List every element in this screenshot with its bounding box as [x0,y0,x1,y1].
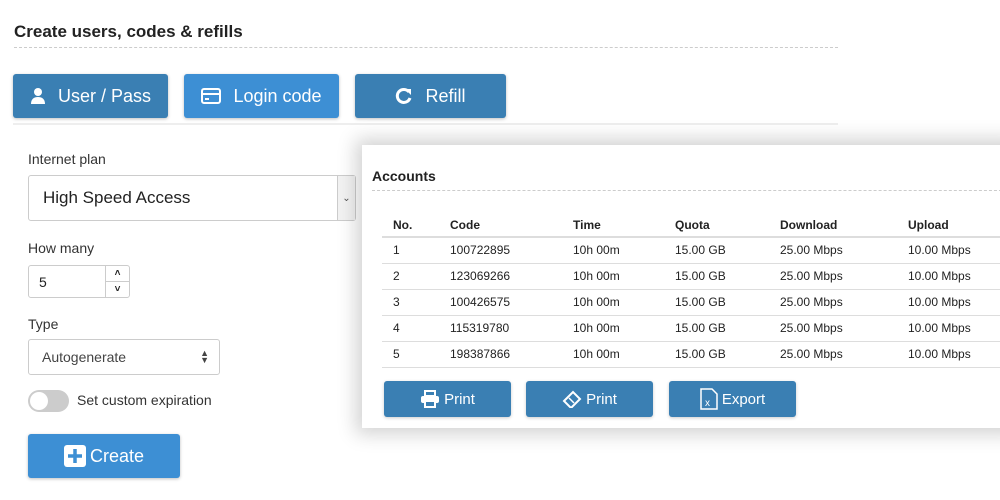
table-cell: 25.00 Mbps [769,237,897,264]
table-cell: 10.00 Mbps [897,315,1000,342]
table-cell: 15.00 GB [664,315,769,342]
column-header: Download [769,213,897,238]
page-title: Create users, codes & refills [14,22,243,41]
table-cell: 10h 00m [562,289,664,316]
table-cell: 25.00 Mbps [769,289,897,316]
table-cell: 25.00 Mbps [769,315,897,342]
table-row: 3 100426575 10h 00m 15.00 GB 25.00 Mbps 10.00… [382,289,1000,316]
decrement-icon[interactable]: ˅ [106,282,129,297]
print-label: Print [586,390,617,408]
plan-label: Internet plan [28,151,106,167]
count-input[interactable]: 5 ˄ ˅ [28,265,130,298]
excel-icon: x [700,388,718,410]
table-header: No. Code Time Quota Download Upload [382,213,1000,238]
tab-refill[interactable]: Refill [355,74,506,118]
table-row: 1 100722895 10h 00m 15.00 GB 25.00 Mbps 10.00… [382,237,1000,264]
table-cell: 10h 00m [562,263,664,290]
column-header: No. [382,213,439,238]
svg-text:x: x [705,398,710,409]
plan-select[interactable]: High Speed Access ⌄ [28,175,356,221]
export-label: Export [721,390,766,408]
create-label: Create [89,445,145,466]
table-cell: 10.00 Mbps [897,263,1000,290]
card-icon [201,88,222,104]
table-cell: 100722895 [439,237,562,264]
increment-icon[interactable]: ˄ [106,266,129,282]
accounts-panel: Accounts No. Code Time Quota Download Upload … [362,145,1000,428]
sort-icon: ▲ ▼ [200,348,209,365]
column-header: Time [562,213,664,238]
table-cell: 25.00 Mbps [769,263,897,290]
table-cell: 4 [382,315,439,342]
table-cell: 10h 00m [562,341,664,368]
table-cell: 15.00 GB [664,237,769,264]
table-cell: 5 [382,341,439,368]
count-label: How many [28,240,95,256]
tab-label: User / Pass [57,85,152,106]
table-cell: 10.00 Mbps [897,237,1000,264]
table-cell: 10.00 Mbps [897,289,1000,316]
type-label: Type [28,316,59,332]
type-value: Autogenerate [42,349,127,365]
expiration-toggle[interactable] [28,390,69,412]
expiration-label: Set custom expiration [77,392,212,408]
table-row: 4 115319780 10h 00m 15.00 GB 25.00 Mbps 10.00… [382,315,1000,342]
table-cell: 10h 00m [562,237,664,264]
table-cell: 10h 00m [562,315,664,342]
tab-label: Login code [233,85,322,106]
table-cell: 198387866 [439,341,562,368]
print-button[interactable]: Print [384,381,511,417]
tab-label: Refill [425,85,466,106]
user-icon [30,88,45,104]
printer-icon [421,390,440,408]
table-cell: 10.00 Mbps [897,341,1000,368]
table-row: 2 123069266 10h 00m 15.00 GB 25.00 Mbps 10.00… [382,263,1000,290]
chevron-down-icon: ⌄ [337,176,355,220]
plan-value: High Speed Access [43,188,191,207]
accounts-title: Accounts [372,168,436,184]
create-button[interactable]: Create [28,434,180,478]
print-label: Print [444,390,475,408]
table-cell: 100426575 [439,289,562,316]
type-select[interactable]: Autogenerate ▲ ▼ [28,339,220,375]
table-cell: 25.00 Mbps [769,341,897,368]
table-cell: 115319780 [439,315,562,342]
count-value: 5 [39,273,47,290]
table-cell: 3 [382,289,439,316]
table-cell: 15.00 GB [664,289,769,316]
column-header: Quota [664,213,769,238]
table-cell: 15.00 GB [664,341,769,368]
column-header: Code [439,213,562,238]
table-cell: 15.00 GB [664,263,769,290]
divider [14,47,838,48]
export-button[interactable]: x Export [669,381,796,417]
refresh-icon [396,87,412,104]
table-cell: 1 [382,237,439,264]
table-row: 5 198387866 10h 00m 15.00 GB 25.00 Mbps 10.00… [382,341,1000,368]
accounts-table: No. Code Time Quota Download Upload 1 10072289… [382,213,1000,368]
ticket-icon [562,390,582,408]
plus-square-icon [63,445,86,467]
tab-login-code[interactable]: Login code [184,74,339,118]
tab-user-pass[interactable]: User / Pass [13,74,168,118]
column-header: Upload [897,213,1000,238]
table-cell: 2 [382,263,439,290]
divider [13,123,838,125]
table-cell: 123069266 [439,263,562,290]
toggle-knob [30,392,48,410]
divider [372,190,1000,191]
print-tickets-button[interactable]: Print [526,381,653,417]
